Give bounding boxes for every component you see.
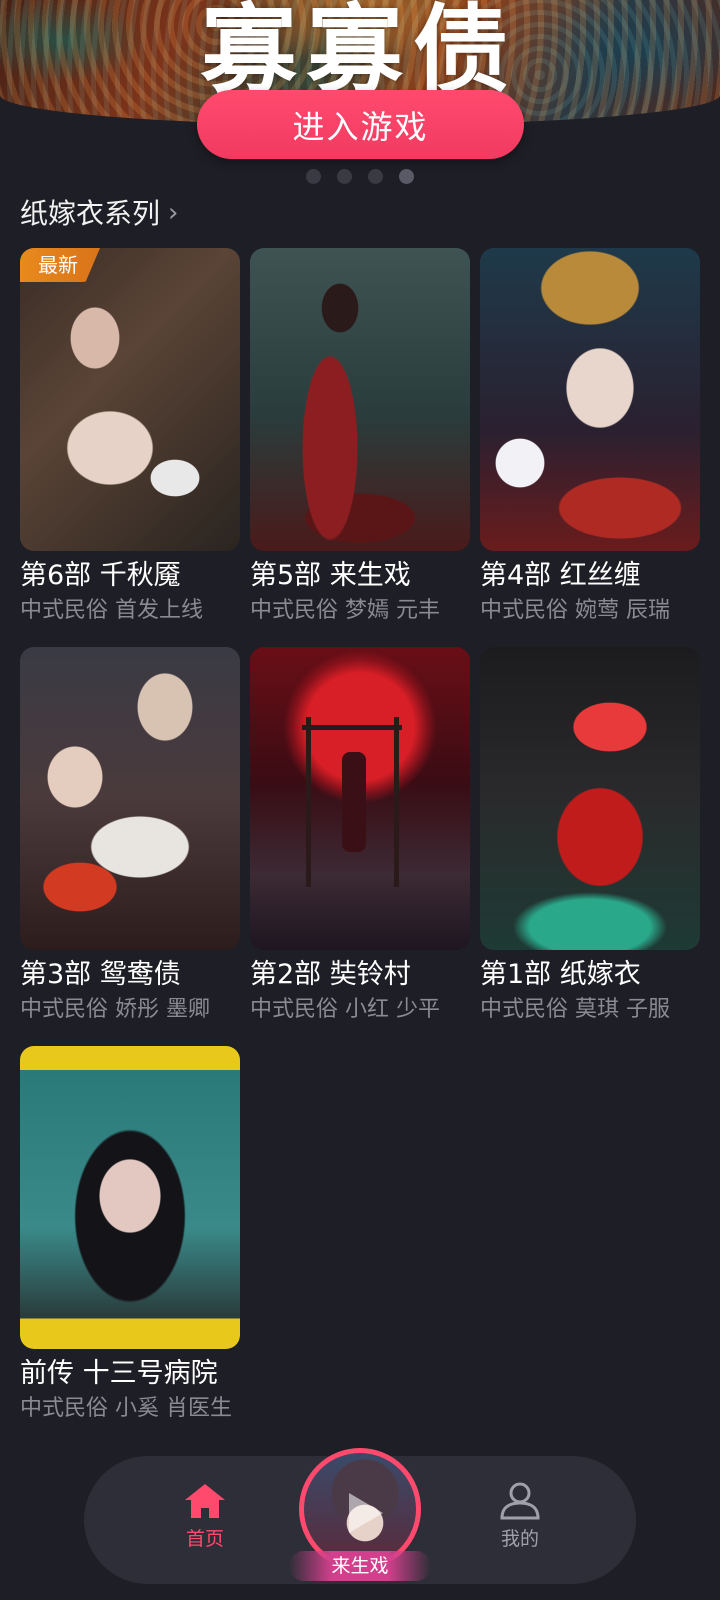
gallows-beam [302, 725, 402, 730]
game-grid: 最新 第6部 千秋魇 中式民俗 首发上线 第5部 来生戏 中式民俗 梦嫣 元丰 … [20, 248, 700, 1428]
game-card[interactable]: 第3部 鸳鸯债 中式民俗 娇彤 墨卿 [20, 647, 240, 1029]
nav-home[interactable]: 首页 [165, 1482, 245, 1552]
game-subtitle: 中式民俗 首发上线 [20, 598, 203, 623]
cover-image [20, 1046, 240, 1349]
game-cover[interactable]: 最新 [20, 248, 240, 551]
series-header[interactable]: 纸嫁衣系列 › [20, 190, 178, 234]
carousel-dot[interactable] [368, 169, 383, 184]
cover-image [480, 647, 700, 950]
user-icon [500, 1482, 540, 1520]
game-card[interactable]: 第4部 红丝缠 中式民俗 婉莺 辰瑞 [480, 248, 700, 630]
game-cover[interactable] [480, 647, 700, 950]
home-icon [185, 1484, 225, 1518]
carousel-indicator [306, 169, 414, 184]
bottom-nav: 首页 来生戏 我的 [84, 1448, 636, 1584]
play-icon [349, 1493, 383, 1533]
game-card[interactable]: 第1部 纸嫁衣 中式民俗 莫琪 子服 [480, 647, 700, 1029]
game-title: 第5部 来生戏 [250, 560, 411, 591]
game-subtitle: 中式民俗 娇彤 墨卿 [20, 997, 210, 1022]
game-card[interactable]: 前传 十三号病院 中式民俗 小奚 肖医生 [20, 1046, 240, 1428]
gallows-post [306, 717, 311, 887]
chevron-right-icon: › [168, 198, 179, 228]
game-subtitle: 中式民俗 莫琪 子服 [480, 997, 670, 1022]
game-card[interactable]: 最新 第6部 千秋魇 中式民俗 首发上线 [20, 248, 240, 630]
game-title: 第3部 鸳鸯债 [20, 959, 181, 990]
cover-image [20, 647, 240, 950]
hanging-figure [342, 752, 366, 852]
app-page: 寡寡债 进入游戏 纸嫁衣系列 › 最新 第6部 千秋魇 中式民俗 首发上线 第5… [0, 0, 720, 1600]
cover-image [250, 248, 470, 551]
carousel-dot-active[interactable] [399, 169, 414, 184]
game-cover[interactable] [480, 248, 700, 551]
cover-image [20, 248, 240, 551]
game-cover[interactable] [20, 647, 240, 950]
cover-image [480, 248, 700, 551]
featured-game-label: 来生戏 [289, 1551, 431, 1581]
game-subtitle: 中式民俗 梦嫣 元丰 [250, 598, 440, 623]
carousel-dot[interactable] [337, 169, 352, 184]
cover-image [250, 647, 470, 950]
game-cover[interactable] [20, 1046, 240, 1349]
game-title: 第6部 千秋魇 [20, 560, 181, 591]
series-title: 纸嫁衣系列 [20, 197, 161, 230]
game-card[interactable]: 第2部 奘铃村 中式民俗 小红 少平 [250, 647, 470, 1029]
game-subtitle: 中式民俗 小奚 肖医生 [20, 1396, 232, 1421]
gallows-post [394, 717, 399, 887]
game-title: 前传 十三号病院 [20, 1358, 218, 1389]
game-card[interactable]: 第5部 来生戏 中式民俗 梦嫣 元丰 [250, 248, 470, 630]
game-cover[interactable] [250, 248, 470, 551]
carousel-dot[interactable] [306, 169, 321, 184]
game-title: 第2部 奘铃村 [250, 959, 411, 990]
game-subtitle: 中式民俗 婉莺 辰瑞 [480, 598, 670, 623]
game-title: 第4部 红丝缠 [480, 560, 641, 591]
enter-game-button[interactable]: 进入游戏 [197, 90, 524, 159]
game-title: 第1部 纸嫁衣 [480, 959, 641, 990]
game-subtitle: 中式民俗 小红 少平 [250, 997, 440, 1022]
nav-mine-label: 我的 [500, 1528, 539, 1550]
game-cover[interactable] [250, 647, 470, 950]
nav-home-label: 首页 [185, 1528, 224, 1550]
nav-mine[interactable]: 我的 [480, 1482, 560, 1552]
